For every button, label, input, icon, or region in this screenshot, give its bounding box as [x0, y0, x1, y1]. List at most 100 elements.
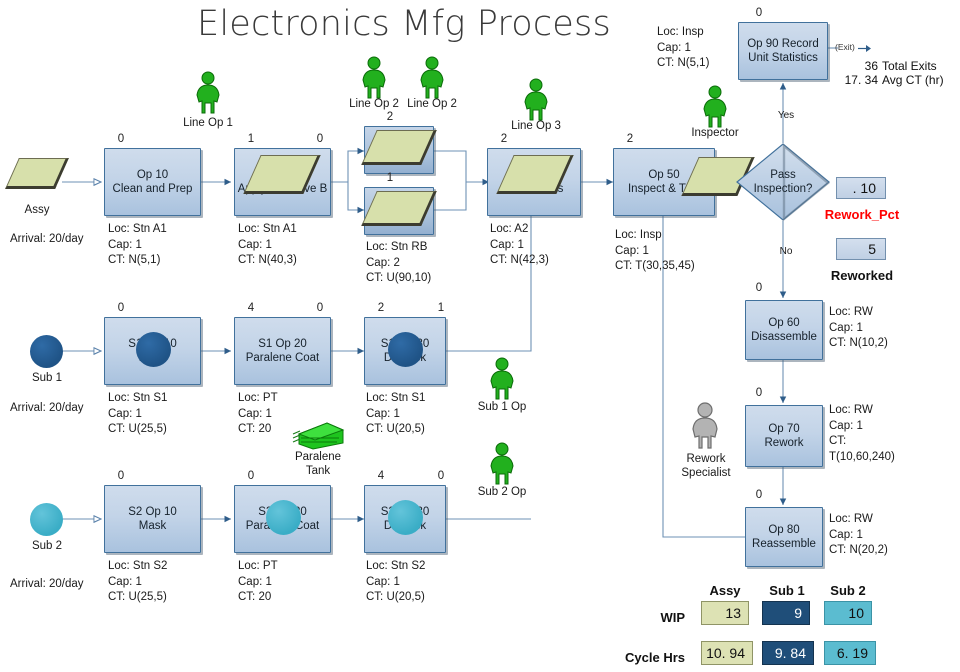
op80-info: Loc: RW Cap: 1 CT: N(20,2): [829, 513, 888, 556]
op20-in-count: 1: [247, 133, 255, 145]
page-title: Electronics Mfg Process: [197, 4, 611, 44]
decision-no-label: No: [779, 246, 793, 257]
s1op30-info: Loc: Stn S1 Cap: 1 CT: U(20,5): [366, 392, 426, 435]
variable-rework-pct-label: Rework_Pct: [824, 207, 900, 222]
decision-label: Pass Inspection?: [753, 169, 813, 195]
operator-line-op-3-label: Line Op 3: [511, 120, 561, 132]
operator-line-op-2-a-label: Line Op 2: [349, 98, 399, 110]
operator-inspector-label: Inspector: [691, 127, 739, 139]
op50-in-count: 2: [626, 133, 634, 145]
block-op70-label: Op 70 Rework: [764, 423, 804, 449]
operator-rework-specialist[interactable]: [688, 402, 722, 450]
dashboard-cyclehrs-assy: 10. 94: [701, 641, 753, 665]
person-icon: [490, 357, 514, 400]
operator-line-op-1-label: Line Op 1: [183, 117, 233, 129]
block-s2-op10-label: S2 Op 10 Mask: [128, 506, 177, 532]
entity-on-s2-op20: [266, 500, 301, 535]
operator-line-op-2-b-label: Line Op 2: [407, 98, 457, 110]
source-sub2[interactable]: [30, 503, 63, 536]
block-op90-label: Op 90 Record Unit Statistics: [747, 38, 819, 64]
block-op60[interactable]: Op 60 Disassemble: [745, 300, 823, 360]
source-assy[interactable]: [5, 158, 69, 189]
op90-info: Loc: Insp Cap: 1 CT: N(5,1): [657, 26, 710, 69]
person-icon: [420, 56, 444, 99]
s2op20-info: Loc: PT Cap: 1 CT: 20: [238, 560, 278, 603]
dashboard-wip-sub1: 9: [762, 601, 810, 625]
tank-icon: [292, 422, 345, 450]
op80-in-count: 0: [755, 489, 763, 501]
block-op70[interactable]: Op 70 Rework: [745, 405, 823, 467]
op30a-in-count: 2: [386, 111, 394, 123]
s2op10-info: Loc: Stn S2 Cap: 1 CT: U(25,5): [108, 560, 168, 603]
op20-info: Loc: Stn A1 Cap: 1 CT: N(40,3): [238, 223, 297, 266]
dashboard-cyclehrs-sub1: 9. 84: [762, 641, 814, 665]
operator-rework-specialist-label: Rework Specialist: [681, 453, 731, 479]
person-icon: [196, 71, 220, 114]
operator-line-op-1[interactable]: [192, 71, 224, 115]
s2op30-info: Loc: Stn S2 Cap: 1 CT: U(20,5): [366, 560, 426, 603]
block-op60-label: Op 60 Disassemble: [751, 317, 817, 343]
source-sub1[interactable]: [30, 335, 63, 368]
op70-in-count: 0: [755, 387, 763, 399]
person-icon: [490, 442, 514, 485]
source-sub2-label: Sub 2: [31, 540, 63, 552]
s1op20-info: Loc: PT Cap: 1 CT: 20: [238, 392, 278, 435]
exit-arrow-icon: [858, 45, 871, 52]
operator-inspector[interactable]: [699, 85, 731, 129]
entity-on-op30-b: [361, 191, 437, 226]
op10-info: Loc: Stn A1 Cap: 1 CT: N(5,1): [108, 223, 167, 266]
total-exits-value: 36: [864, 59, 878, 73]
person-icon: [524, 78, 548, 121]
entity-on-s1-op30: [388, 332, 423, 367]
operator-line-op-3[interactable]: [520, 78, 552, 122]
block-op80[interactable]: Op 80 Reassemble: [745, 507, 823, 567]
person-icon: [692, 402, 718, 449]
entity-on-op20: [243, 155, 321, 194]
variable-rework-pct-value[interactable]: . 10: [836, 177, 886, 199]
source-sub2-arrival: Arrival: 20/day: [10, 578, 84, 590]
s2op30-out-count: 0: [437, 470, 445, 482]
source-assy-arrival: Arrival: 20/day: [10, 233, 84, 245]
operator-sub-2-op-label: Sub 2 Op: [477, 486, 527, 498]
op40-info: Loc: A2 Cap: 1 CT: N(42,3): [490, 223, 549, 266]
variable-reworked-value[interactable]: 5: [836, 238, 886, 260]
entity-on-s2-op30: [388, 500, 423, 535]
dashboard-col-assy: Assy: [709, 583, 741, 598]
operator-sub-1-op[interactable]: [486, 357, 518, 401]
avg-ct-value: 17. 34: [844, 73, 878, 87]
s1op20-in-count: 4: [247, 302, 255, 314]
block-op10[interactable]: Op 10 Clean and Prep: [104, 148, 201, 216]
s1op30-out-count: 1: [437, 302, 445, 314]
operator-line-op-2-b[interactable]: [416, 56, 448, 100]
dashboard-col-sub1: Sub 1: [769, 583, 805, 598]
s2op20-in-count: 0: [247, 470, 255, 482]
entity-on-op40: [496, 155, 574, 194]
total-exits-label: Total Exits: [882, 59, 937, 73]
exit-tag: (Exit): [835, 42, 855, 52]
block-op90[interactable]: Op 90 Record Unit Statistics: [738, 22, 828, 80]
op50-info: Loc: Insp Cap: 1 CT: T(30,35,45): [615, 229, 695, 272]
resource-paralene-tank-label: Paralene Tank: [294, 451, 342, 477]
block-s2-op10[interactable]: S2 Op 10 Mask: [104, 485, 201, 553]
dashboard-cyclehrs-sub2: 6. 19: [824, 641, 876, 665]
dashboard-wip-sub2: 10: [824, 601, 872, 625]
entity-on-s1-op10: [136, 332, 171, 367]
op60-in-count: 0: [755, 282, 763, 294]
entity-on-op30-a: [361, 130, 437, 165]
dashboard-wip-assy: 13: [701, 601, 749, 625]
block-s1-op20[interactable]: S1 Op 20 Paralene Coat: [234, 317, 331, 385]
person-icon: [703, 85, 727, 128]
op90-in-count: 0: [755, 7, 763, 19]
op60-info: Loc: RW Cap: 1 CT: N(10,2): [829, 306, 888, 349]
operator-sub-2-op[interactable]: [486, 442, 518, 486]
decision-yes-label: Yes: [777, 110, 795, 121]
op40-in-count: 2: [500, 133, 508, 145]
operator-line-op-2-a[interactable]: [358, 56, 390, 100]
s1op20-out-count: 0: [316, 302, 324, 314]
variable-reworked-label: Reworked: [830, 268, 894, 283]
resource-paralene-tank[interactable]: [291, 418, 345, 452]
block-op80-label: Op 80 Reassemble: [752, 524, 816, 550]
op20-out-count: 0: [316, 133, 324, 145]
dashboard-col-sub2: Sub 2: [830, 583, 866, 598]
dashboard-row-label-cycle-hrs: Cycle Hrs: [625, 650, 685, 665]
